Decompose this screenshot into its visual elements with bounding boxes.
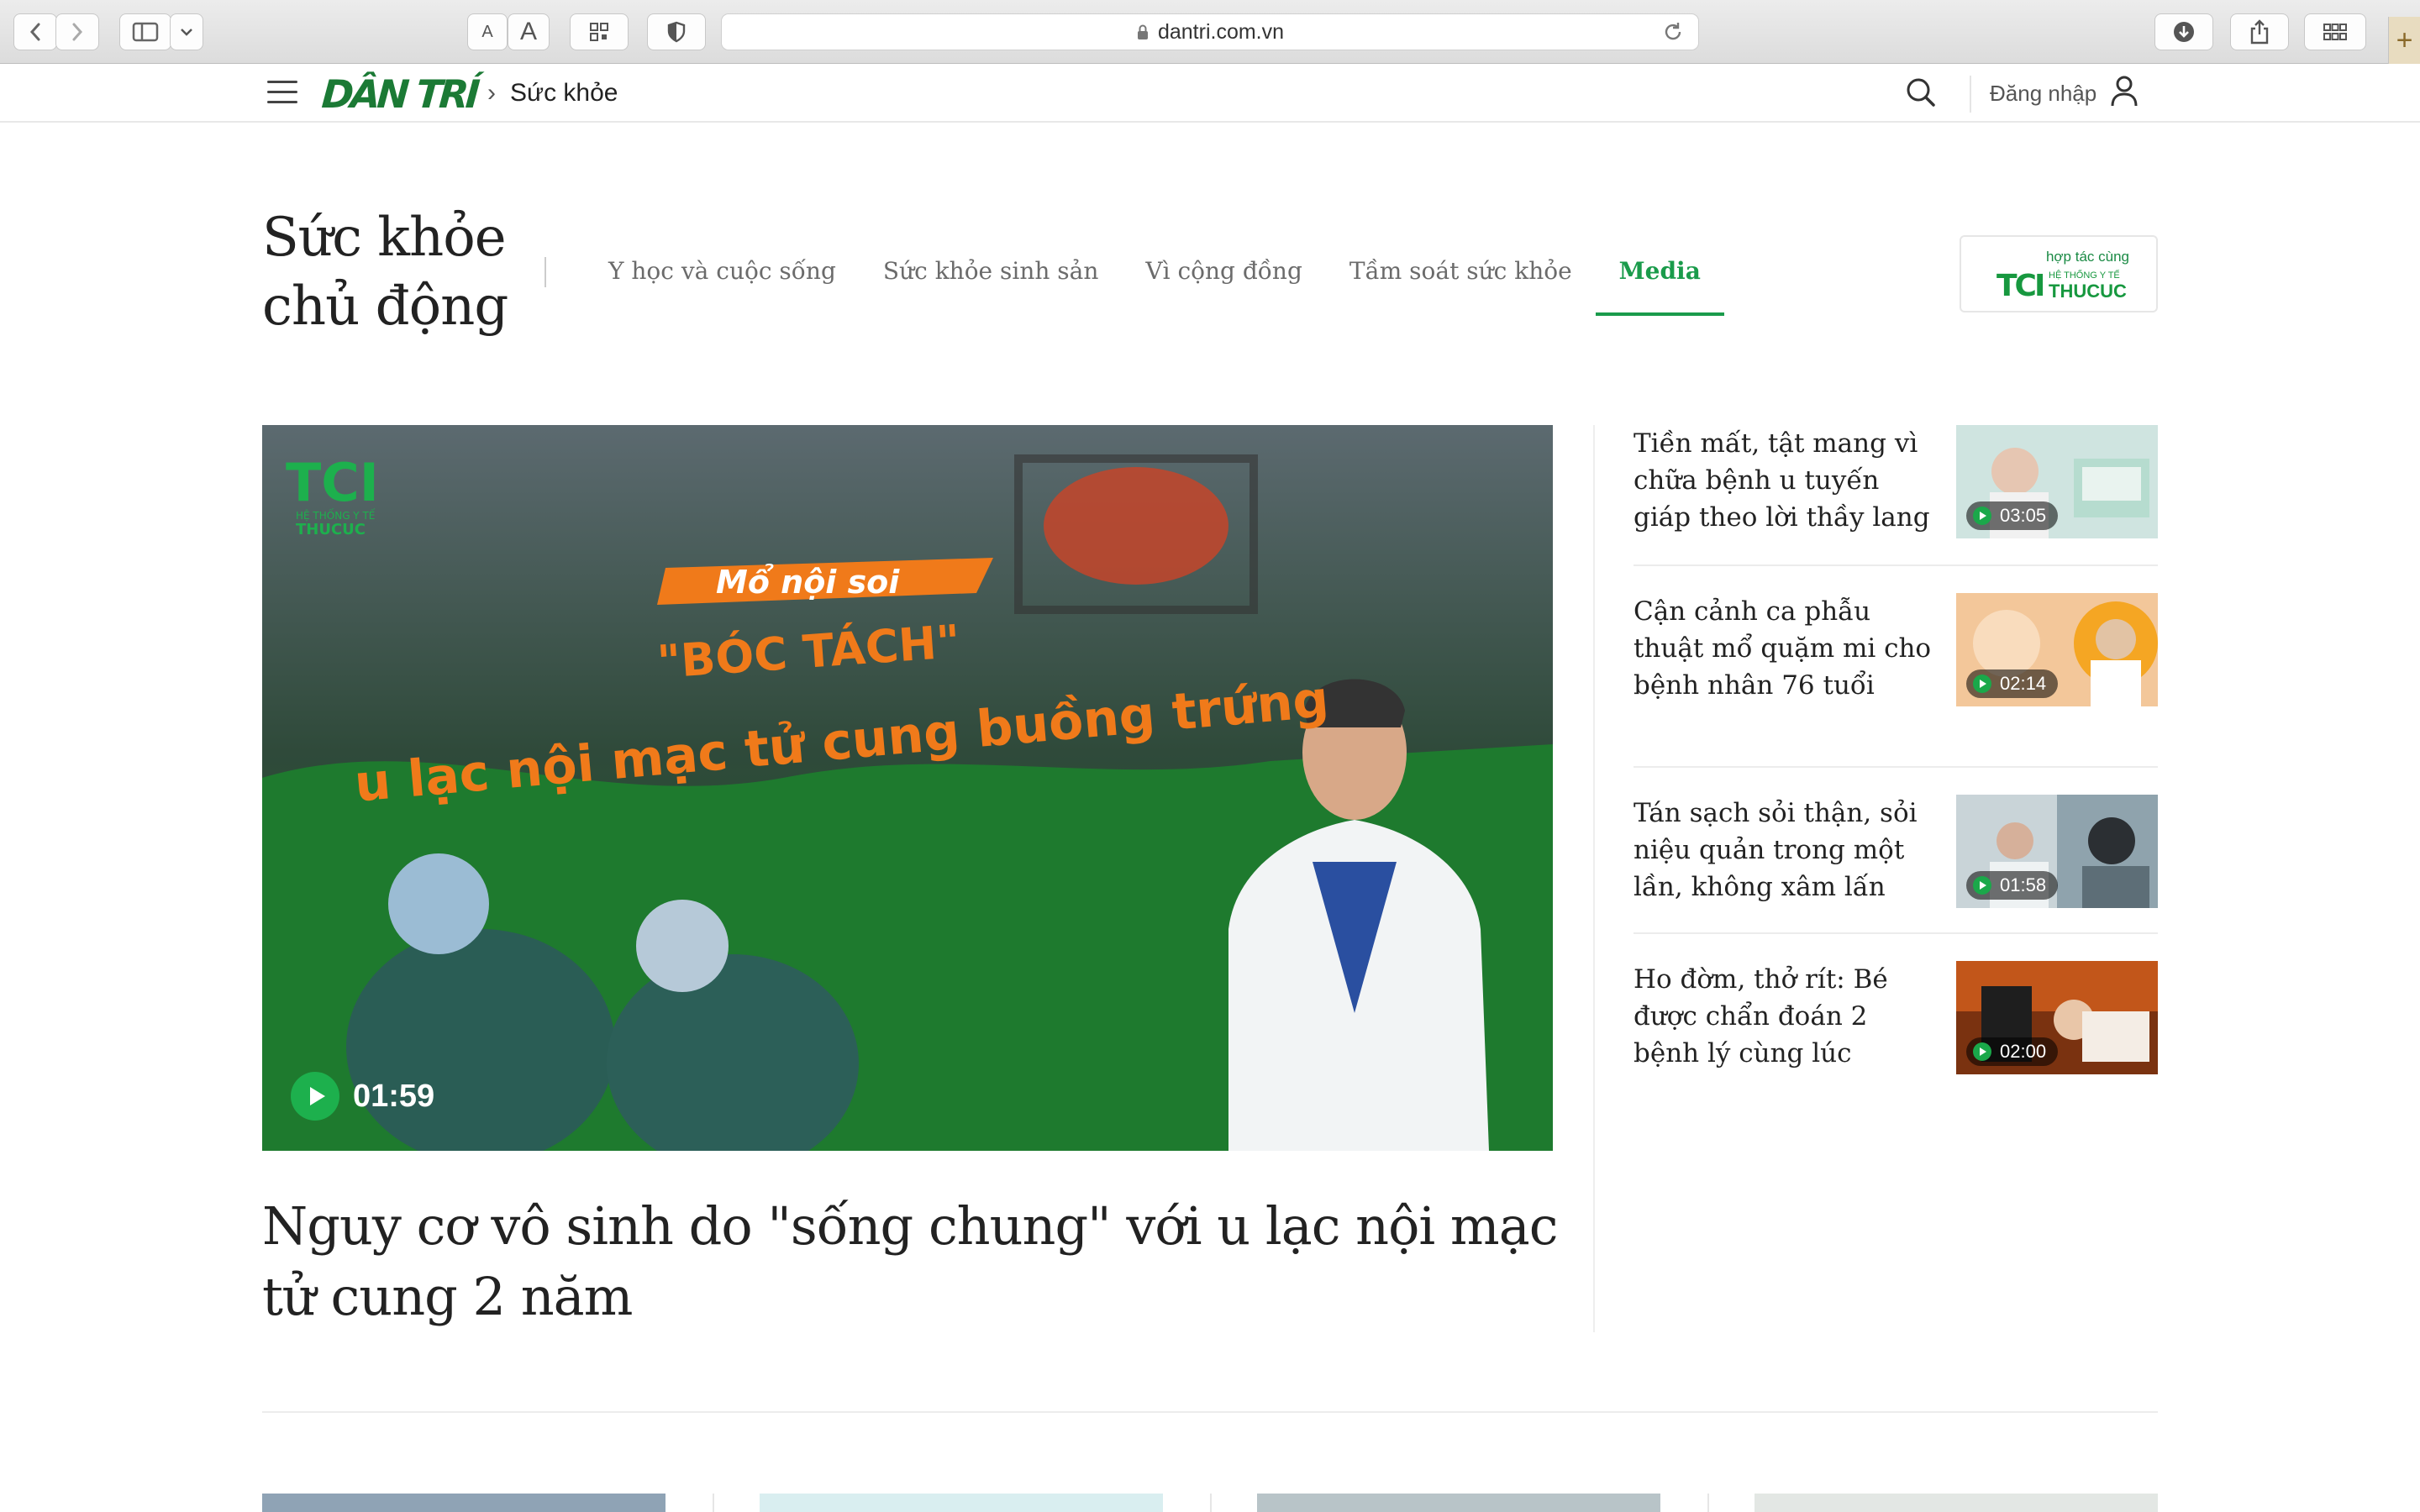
sidebar-toggle-button[interactable] — [119, 13, 171, 50]
text-size-larger-button[interactable]: A — [508, 13, 550, 50]
tab-suc-khoe-sinh-san[interactable]: Sức khỏe sinh sản — [860, 232, 1123, 316]
browser-toolbar: A A dantri.com.vn + — [0, 0, 2420, 64]
list-divider — [1634, 766, 2158, 768]
video-thumbnail[interactable]: 01:58 — [1956, 795, 2158, 908]
duration-badge: 02:14 — [1966, 669, 2059, 698]
partner-name: THUCUC — [2049, 281, 2127, 302]
card-divider — [1707, 1494, 1709, 1512]
hero-logo-sub: HỆ THỐNG Y TẾ — [296, 508, 376, 522]
list-divider — [1634, 564, 2158, 566]
back-button[interactable] — [13, 13, 57, 50]
address-bar[interactable]: dantri.com.vn — [721, 13, 1699, 50]
list-item-title[interactable]: Tán sạch sỏi thận, sỏi niệu quản trong m… — [1634, 795, 1936, 906]
reader-mode-button[interactable] — [570, 13, 629, 50]
user-icon[interactable] — [2109, 74, 2139, 109]
duration-text: 02:14 — [2000, 673, 2047, 694]
duration-text: 01:58 — [2000, 874, 2047, 895]
share-button[interactable] — [2230, 13, 2289, 50]
hero-logo: TCI — [286, 452, 379, 513]
play-icon — [1973, 876, 1991, 895]
featured-title[interactable]: Nguy cơ vô sinh do "sống chung" với u lạ… — [262, 1191, 1573, 1332]
list-item[interactable]: Tiền mất, tật mang vì chữa bệnh u tuyến … — [1634, 425, 2158, 541]
list-item[interactable]: Cận cảnh ca phẫu thuật mổ quặm mi cho bệ… — [1634, 593, 2158, 744]
featured-video-thumbnail[interactable]: Mổ nội soi "BÓC TÁCH" u lạc nội mạc tử c… — [262, 425, 1553, 1151]
article-thumbnail[interactable] — [760, 1494, 1163, 1512]
page-title: Sức khỏe chủ động — [262, 207, 508, 338]
sidebar-icon — [132, 22, 159, 42]
duration-badge: 01:58 — [1966, 871, 2059, 900]
list-item-title[interactable]: Ho đờm, thở rít: Bé được chẩn đoán 2 bện… — [1634, 961, 1936, 1072]
grid-icon — [2323, 24, 2347, 40]
hero-tag-text: Mổ nội soi — [716, 564, 900, 601]
title-divider — [544, 257, 546, 287]
list-item[interactable]: Tán sạch sỏi thận, sỏi niệu quản trong m… — [1634, 795, 2158, 911]
featured-duration: 01:59 — [353, 1078, 435, 1114]
reload-icon[interactable] — [1661, 20, 1685, 44]
featured-illustration: Mổ nội soi "BÓC TÁCH" u lạc nội mạc tử c… — [262, 425, 1553, 1151]
hamburger-icon[interactable] — [267, 81, 297, 106]
video-thumbnail[interactable]: 02:00 — [1956, 961, 2158, 1074]
category-tabs: Y học và cuộc sống Sức khỏe sinh sản Vì … — [585, 232, 1725, 316]
card-divider — [713, 1494, 714, 1512]
tab-overview-button[interactable] — [2304, 13, 2366, 50]
chevron-down-icon — [181, 29, 192, 36]
plus-icon: + — [2396, 24, 2413, 56]
text-size-smaller-button[interactable]: A — [467, 13, 508, 50]
list-item[interactable]: Ho đờm, thở rít: Bé được chẩn đoán 2 bện… — [1634, 961, 2158, 1077]
header-divider — [1970, 76, 1971, 113]
sidebar-menu-button[interactable] — [170, 13, 203, 50]
list-divider — [1634, 932, 2158, 934]
tab-media[interactable]: Media — [1595, 232, 1725, 316]
play-icon[interactable] — [291, 1072, 339, 1121]
tab-vi-cong-dong[interactable]: Vì cộng đồng — [1122, 232, 1325, 316]
breadcrumb-separator: › — [487, 79, 496, 107]
tab-y-hoc[interactable]: Y học và cuộc sống — [585, 232, 860, 316]
card-divider — [1210, 1494, 1212, 1512]
new-tab-button[interactable]: + — [2388, 17, 2420, 64]
lock-icon — [1137, 24, 1148, 39]
font-large-label: A — [519, 18, 537, 45]
hero-logo-name: THUCUC — [296, 521, 366, 538]
breadcrumb[interactable]: Sức khỏe — [510, 79, 618, 108]
partner-badge[interactable]: hợp tác cùng TCI HỆ THỐNG Y TẾ THUCUC — [1960, 235, 2158, 312]
partner-logo: TCI — [1996, 269, 2045, 303]
duration-text: 03:05 — [2000, 505, 2047, 526]
list-item-title[interactable]: Cận cảnh ca phẫu thuật mổ quặm mi cho bệ… — [1634, 593, 1936, 704]
article-thumbnail[interactable] — [262, 1494, 666, 1512]
url-text: dantri.com.vn — [1157, 19, 1285, 44]
qr-code-icon — [590, 23, 608, 41]
download-icon — [2174, 22, 2194, 42]
play-icon — [1973, 507, 1991, 525]
chevron-right-icon — [72, 23, 83, 41]
list-item-title[interactable]: Tiền mất, tật mang vì chữa bệnh u tuyến … — [1634, 425, 1936, 536]
tab-tam-soat[interactable]: Tầm soát sức khỏe — [1326, 232, 1596, 316]
chevron-left-icon — [29, 23, 40, 41]
forward-button[interactable] — [55, 13, 99, 50]
video-thumbnail[interactable]: 02:14 — [1956, 593, 2158, 706]
duration-text: 02:00 — [2000, 1041, 2047, 1062]
login-link[interactable]: Đăng nhập — [1990, 81, 2096, 107]
play-icon — [1973, 1042, 1991, 1061]
article-thumbnail[interactable] — [1754, 1494, 2158, 1512]
privacy-report-button[interactable] — [647, 13, 706, 50]
column-divider — [1593, 425, 1595, 1332]
play-icon — [1973, 675, 1991, 693]
video-thumbnail[interactable]: 03:05 — [1956, 425, 2158, 538]
shield-icon — [667, 21, 686, 43]
duration-badge: 02:00 — [1966, 1037, 2059, 1066]
font-small-label: A — [481, 22, 493, 41]
share-icon — [2250, 19, 2269, 45]
duration-badge: 03:05 — [1966, 501, 2059, 530]
partner-subtitle: HỆ THỐNG Y TẾ — [2049, 270, 2120, 281]
partner-caption: hợp tác cùng — [2045, 249, 2129, 265]
site-header: DÂN TRÍ › Sức khỏe Đăng nhập — [0, 64, 2420, 123]
article-thumbnail[interactable] — [1257, 1494, 1660, 1512]
downloads-button[interactable] — [2154, 13, 2213, 50]
section-divider — [262, 1411, 2158, 1413]
featured-play-overlay[interactable]: 01:59 — [291, 1072, 434, 1121]
site-logo[interactable]: DÂN TRÍ — [320, 71, 478, 117]
search-icon[interactable] — [1904, 76, 1938, 109]
